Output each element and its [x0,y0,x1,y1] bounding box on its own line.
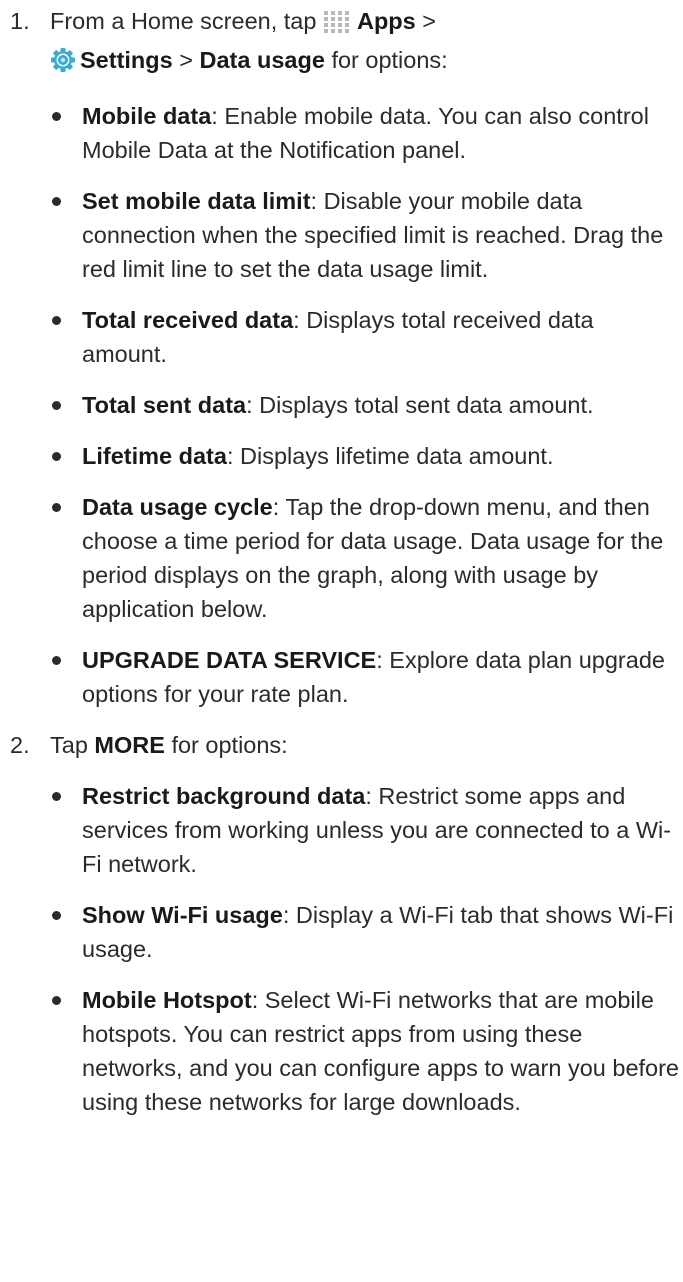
step-2-suffix: for options: [171,732,288,758]
list-item: Show Wi-Fi usage: Display a Wi-Fi tab th… [50,898,683,966]
list-item: Data usage cycle: Tap the drop-down menu… [50,490,683,626]
separator: > [422,8,436,34]
option-term: Total received data [82,307,294,333]
more-label: MORE [94,732,165,758]
step-2-options-list: Restrict background data: Restrict some … [50,779,683,1119]
step-1-options-list: Mobile data: Enable mobile data. You can… [50,99,683,711]
apps-label: Apps [356,8,416,34]
step-number: 2. [10,732,30,758]
list-item: Total received data: Displays total rece… [50,303,683,371]
settings-label: Settings [80,47,173,73]
option-term: Set mobile data limit [82,188,311,214]
list-item: Total sent data: Displays total sent dat… [50,388,683,422]
list-item: Mobile Hotspot: Select Wi-Fi networks th… [50,983,683,1119]
separator: > [179,47,193,73]
list-item: Set mobile data limit: Disable your mobi… [50,184,683,286]
settings-gear-icon [50,47,76,82]
step-1-prefix: From a Home screen, tap [50,8,317,34]
option-description: : Displays lifetime data amount. [226,443,554,469]
instructions-document: 1. From a Home screen, tap Apps > Settin… [0,0,683,1119]
step-2-heading: Tap MORE for options: [50,728,683,762]
option-term: Show Wi-Fi usage [82,902,283,928]
data-usage-label: Data usage [199,47,325,73]
option-description: : Displays total sent data amount. [246,392,594,418]
option-term: Lifetime data [82,443,227,469]
step-2-prefix: Tap [50,732,88,758]
option-term: Mobile data [82,103,212,129]
list-item: UPGRADE DATA SERVICE: Explore data plan … [50,643,683,711]
list-item: Mobile data: Enable mobile data. You can… [50,99,683,167]
option-term: Mobile Hotspot [82,987,252,1013]
step-2: 2. Tap MORE for options: Restrict backgr… [0,728,683,1119]
option-term: Data usage cycle [82,494,273,520]
step-1: 1. From a Home screen, tap Apps > Settin… [0,4,683,711]
apps-grid-icon [323,9,353,43]
list-item: Lifetime data: Displays lifetime data am… [50,439,683,473]
step-1-heading: From a Home screen, tap Apps > Settings … [50,4,683,82]
list-item: Restrict background data: Restrict some … [50,779,683,881]
step-number: 1. [10,8,30,34]
step-1-suffix: for options: [331,47,448,73]
option-term: UPGRADE DATA SERVICE [82,647,377,673]
option-term: Total sent data [82,392,247,418]
option-term: Restrict background data [82,783,366,809]
